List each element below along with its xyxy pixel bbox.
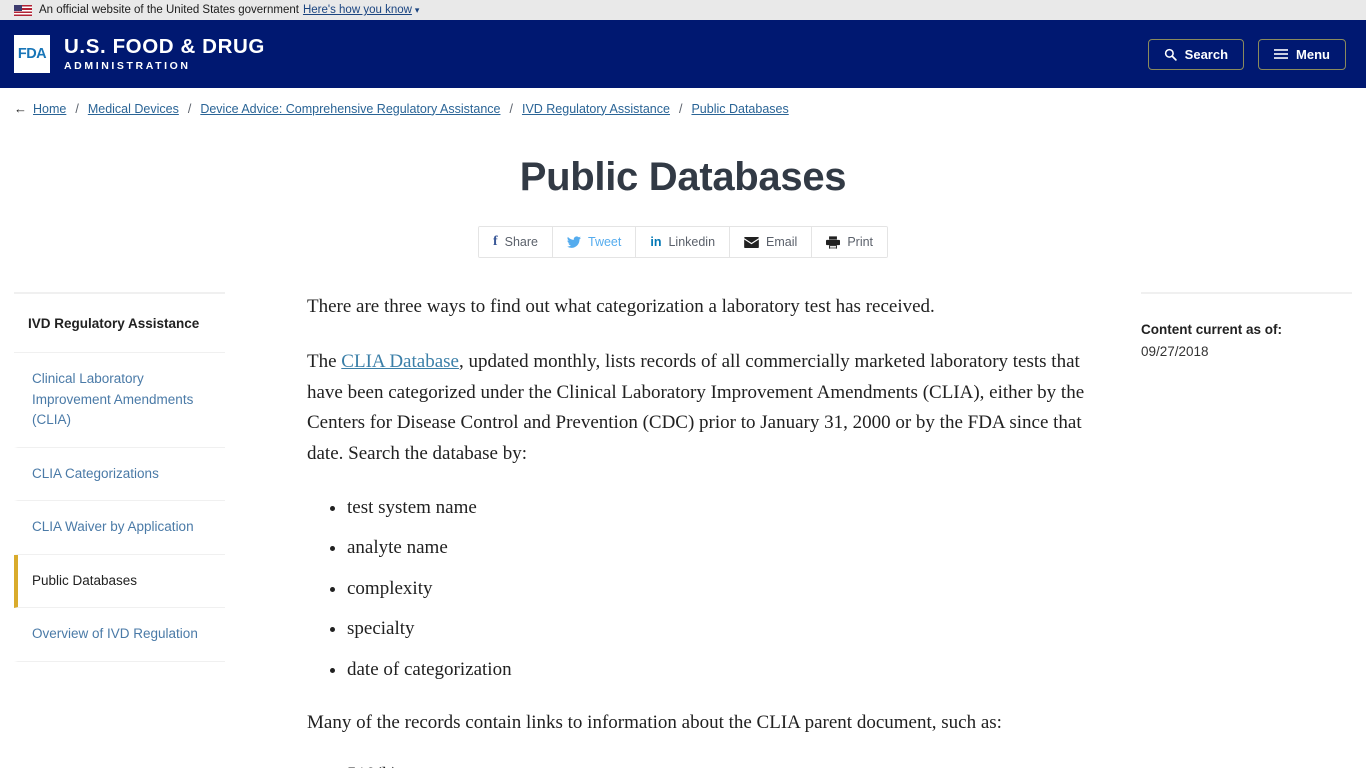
list-item: specialty (347, 615, 1101, 644)
content-current-date: 09/27/2018 (1141, 344, 1209, 359)
gov-banner-text: An official website of the United States… (39, 4, 299, 16)
share-linkedin-label: Linkedin (668, 235, 716, 249)
clia-paragraph: The CLIA Database, updated monthly, list… (307, 347, 1101, 470)
fda-logo-mark: FDA (14, 35, 50, 73)
sidebar-heading: IVD Regulatory Assistance (14, 294, 225, 353)
fda-logo[interactable]: FDA U.S. FOOD & DRUG ADMINISTRATION (14, 35, 265, 73)
search-button-label: Search (1184, 46, 1229, 62)
fda-logo-text: FDA (17, 46, 47, 62)
search-button[interactable]: Search (1147, 38, 1245, 70)
list-item: complexity (347, 575, 1101, 604)
printer-icon (826, 235, 841, 249)
breadcrumb-item-ivd-regulatory-assistance[interactable]: IVD Regulatory Assistance (522, 102, 670, 116)
list-item: analyte name (347, 534, 1101, 563)
share-linkedin-button[interactable]: in Linkedin (636, 227, 731, 257)
breadcrumb-separator: / (187, 101, 192, 116)
brand-line-secondary: ADMINISTRATION (64, 59, 191, 72)
left-sidebar: IVD Regulatory Assistance Clinical Labor… (14, 292, 225, 662)
brand-text: U.S. FOOD & DRUG ADMINISTRATION (64, 36, 265, 72)
search-icon (1164, 48, 1177, 61)
share-email-button[interactable]: Email (730, 227, 813, 257)
breadcrumb-back-arrow-icon[interactable]: ← (14, 101, 27, 116)
sidebar-nav: IVD Regulatory Assistance Clinical Labor… (14, 292, 225, 662)
sidebar-item-clia-categorizations[interactable]: CLIA Categorizations (14, 448, 225, 502)
sidebar-item-overview-of-ivd-regulation[interactable]: Overview of IVD Regulation (14, 608, 225, 662)
breadcrumb-separator: / (75, 101, 79, 116)
heres-how-you-know-link[interactable]: Here's how you know (303, 4, 412, 16)
breadcrumb-item-public-databases[interactable]: Public Databases (691, 102, 788, 116)
page-layout: IVD Regulatory Assistance Clinical Labor… (0, 292, 1366, 768)
menu-button[interactable]: Menu (1258, 38, 1346, 70)
share-print-button[interactable]: Print (812, 227, 888, 257)
share-twitter-button[interactable]: Tweet (553, 227, 637, 257)
sidebar-item-clia-waiver-by-application[interactable]: CLIA Waiver by Application (14, 501, 225, 555)
page-title: Public Databases (519, 155, 847, 199)
records-paragraph: Many of the records contain links to inf… (307, 712, 1002, 734)
sidebar-item-public-databases[interactable]: Public Databases (14, 554, 225, 609)
main-content: There are three ways to find out what ca… (225, 292, 1141, 768)
breadcrumb: ← Home / Medical Devices / Device Advice… (0, 88, 1366, 128)
clia-paragraph-prefix: The (307, 350, 342, 372)
list-item: 510(k) summary; or (347, 761, 1101, 768)
sidebar-item-clia[interactable]: Clinical Laboratory Improvement Amendmen… (14, 353, 225, 448)
breadcrumb-item-medical-devices[interactable]: Medical Devices (88, 102, 179, 116)
content-current-label: Content current as of: (1141, 322, 1283, 337)
breadcrumb-item-device-advice[interactable]: Device Advice: Comprehensive Regulatory … (200, 102, 500, 116)
list-item: test system name (347, 494, 1101, 523)
breadcrumb-separator: / (678, 101, 683, 116)
envelope-icon (744, 236, 759, 248)
records-list: 510(k) summary; or (307, 761, 1101, 768)
search-by-list: test system name analyte name complexity… (307, 494, 1101, 685)
share-facebook-button[interactable]: f Share (478, 227, 553, 257)
chevron-down-icon[interactable]: ▾ (415, 5, 420, 16)
share-print-label: Print (847, 235, 874, 249)
twitter-icon (567, 236, 581, 248)
right-sidebar: Content current as of: 09/27/2018 (1141, 292, 1352, 359)
gov-banner: An official website of the United States… (0, 0, 1366, 20)
header-actions: Search Menu (1147, 38, 1346, 70)
content-current-box: Content current as of: 09/27/2018 (1141, 292, 1352, 359)
clia-database-link[interactable]: CLIA Database (341, 351, 459, 372)
hamburger-menu-icon (1274, 48, 1289, 60)
linkedin-icon: in (650, 235, 662, 249)
intro-paragraph: There are three ways to find out what ca… (307, 296, 935, 317)
breadcrumb-item-home[interactable]: Home (33, 102, 66, 116)
menu-button-label: Menu (1296, 46, 1330, 62)
share-bar: f Share Tweet in Linkedin Email Print (0, 226, 1366, 258)
site-header: FDA U.S. FOOD & DRUG ADMINISTRATION Sear… (0, 20, 1366, 88)
list-item: date of categorization (347, 656, 1101, 685)
share-twitter-label: Tweet (588, 235, 622, 249)
breadcrumb-separator: / (509, 101, 513, 116)
facebook-icon: f (492, 234, 498, 249)
share-facebook-label: Share (504, 235, 538, 249)
brand-line-primary: U.S. FOOD & DRUG (64, 35, 265, 59)
us-flag-icon (14, 4, 32, 16)
share-email-label: Email (766, 235, 798, 249)
